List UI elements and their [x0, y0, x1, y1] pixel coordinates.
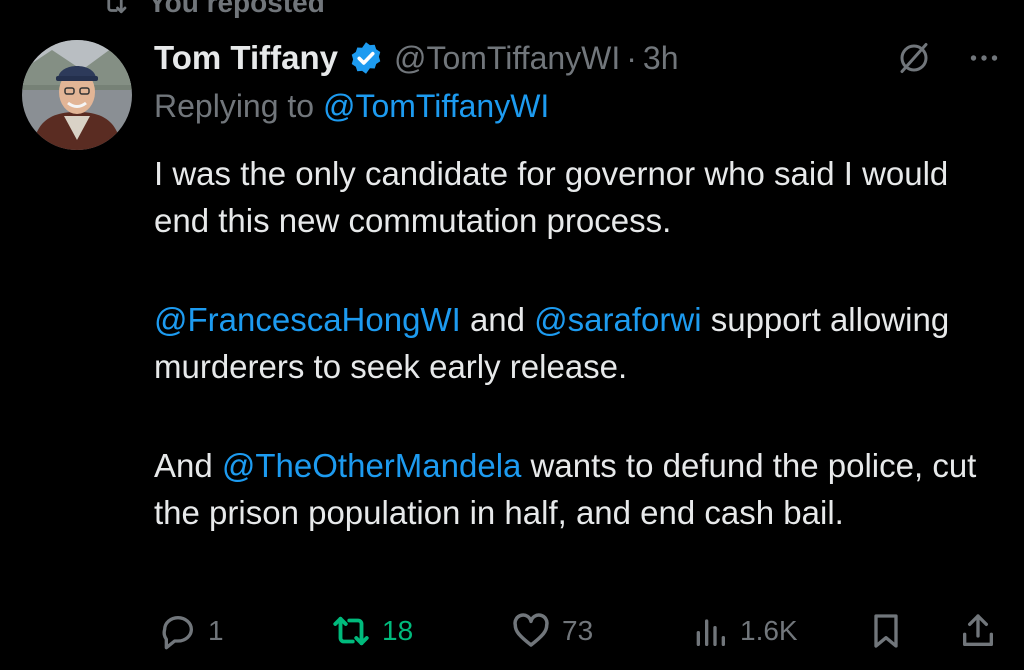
heart-icon: [513, 613, 549, 647]
text-segment: and: [469, 301, 525, 338]
repost-icon: [333, 616, 369, 646]
tweet-action-bar: 1 18 73 1.6K: [154, 606, 1000, 656]
tweet-text: I was the only candidate for governor wh…: [154, 150, 994, 588]
share-button[interactable]: [958, 606, 998, 656]
author-handle[interactable]: @TomTiffanyWI: [394, 40, 620, 77]
tweet-paragraph-3: And @TheOtherMandela wants to defund the…: [154, 442, 994, 536]
repost-banner: You reposted: [100, 0, 325, 20]
more-options-icon[interactable]: [966, 40, 1002, 76]
reply-count: 1: [208, 615, 224, 646]
reply-icon: [162, 616, 193, 650]
header-separator: ·: [626, 39, 637, 76]
replying-prefix: Replying to: [154, 88, 315, 124]
bookmark-button[interactable]: [866, 606, 906, 656]
author-name[interactable]: Tom Tiffany: [154, 39, 338, 77]
bookmark-icon: [874, 614, 898, 648]
grok-icon[interactable]: [896, 40, 932, 76]
repost-count: 18: [382, 615, 414, 646]
repost-banner-text: You reposted: [148, 0, 325, 18]
analytics-icon: [696, 619, 725, 646]
repost-button[interactable]: 18: [330, 606, 413, 656]
avatar[interactable]: [22, 40, 132, 150]
tweet-header: Tom Tiffany @TomTiffanyWI · 3h: [154, 36, 679, 80]
tweet-paragraph-1: I was the only candidate for governor wh…: [154, 155, 949, 239]
tweet-paragraph-2: @FrancescaHongWI and @saraforwi support …: [154, 296, 994, 390]
replying-mention-link[interactable]: @TomTiffanyWI: [323, 88, 549, 124]
reply-button[interactable]: 1: [158, 606, 224, 656]
tweet-top-actions: [896, 36, 1002, 80]
verified-badge-icon: [351, 42, 381, 74]
views-count: 1.6K: [740, 615, 798, 646]
like-button[interactable]: 73: [510, 606, 593, 656]
text-segment: And: [154, 447, 213, 484]
mention-link[interactable]: @FrancescaHongWI: [154, 301, 461, 338]
mention-link[interactable]: @TheOtherMandela: [222, 447, 521, 484]
tweet-timestamp[interactable]: 3h: [643, 40, 679, 77]
like-count: 73: [562, 615, 594, 646]
repost-icon: [107, 0, 127, 14]
mention-link[interactable]: @saraforwi: [534, 301, 701, 338]
views-button[interactable]: 1.6K: [690, 606, 798, 656]
share-icon: [963, 614, 993, 646]
replying-to: Replying to @TomTiffanyWI: [154, 88, 549, 125]
